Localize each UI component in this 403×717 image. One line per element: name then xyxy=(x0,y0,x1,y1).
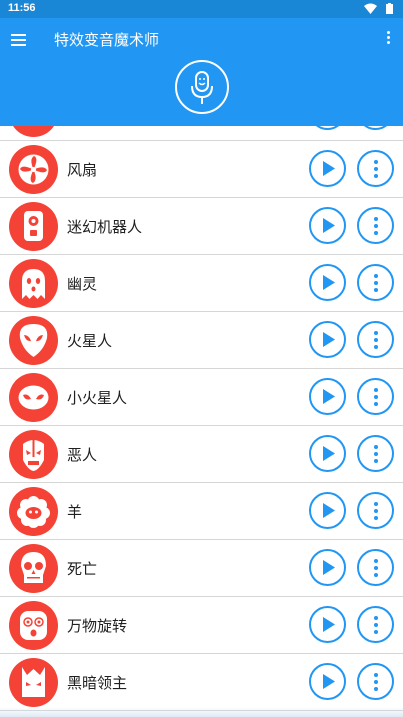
skull-icon xyxy=(21,552,46,583)
effect-row[interactable]: 小火星人 xyxy=(0,369,403,426)
play-button[interactable] xyxy=(309,207,346,244)
play-button[interactable] xyxy=(309,663,346,700)
more-vertical-icon xyxy=(373,217,378,221)
play-icon xyxy=(323,617,335,632)
menu-button[interactable] xyxy=(11,32,33,50)
play-icon xyxy=(323,275,335,290)
effect-label: 死亡 xyxy=(67,560,98,578)
more-options-button[interactable] xyxy=(357,150,394,187)
more-vertical-icon xyxy=(373,445,378,449)
effect-avatar xyxy=(9,487,58,536)
status-bar: 11:56 xyxy=(0,0,403,18)
dark-lord-icon xyxy=(22,667,45,697)
more-vertical-icon xyxy=(373,673,378,677)
play-button[interactable] xyxy=(309,549,346,586)
play-icon xyxy=(323,674,335,689)
battery-icon xyxy=(386,3,393,14)
overflow-menu-button[interactable] xyxy=(385,31,391,47)
play-icon xyxy=(323,161,335,176)
status-time: 11:56 xyxy=(8,2,36,14)
effect-row[interactable]: 万物旋转 xyxy=(0,597,403,654)
effect-avatar xyxy=(9,601,58,650)
sheep-icon xyxy=(17,496,50,528)
more-vertical-icon xyxy=(373,274,378,278)
effect-avatar xyxy=(9,259,58,308)
wifi-icon xyxy=(363,3,377,14)
effect-label: 幽灵 xyxy=(67,275,98,293)
more-options-button[interactable] xyxy=(357,492,394,529)
effect-label: 恶人 xyxy=(67,446,98,464)
effect-avatar xyxy=(9,658,58,707)
more-options-button[interactable] xyxy=(357,264,394,301)
effect-label: 黑暗领主 xyxy=(67,674,128,692)
more-options-button[interactable] xyxy=(357,606,394,643)
more-vertical-icon xyxy=(373,559,378,563)
more-vertical-icon xyxy=(373,502,378,506)
effect-row[interactable]: 幽灵 xyxy=(0,255,403,312)
more-options-button[interactable] xyxy=(357,549,394,586)
play-button[interactable] xyxy=(309,606,346,643)
play-icon xyxy=(323,446,335,461)
more-options-button[interactable] xyxy=(357,378,394,415)
effect-avatar xyxy=(9,373,58,422)
effect-avatar xyxy=(9,145,58,194)
play-button[interactable] xyxy=(309,150,346,187)
partial-icon xyxy=(9,126,58,137)
more-options-button[interactable] xyxy=(357,126,394,130)
more-vertical-icon xyxy=(373,160,378,164)
app-bar: 特效变音魔术师 xyxy=(0,18,403,126)
play-button[interactable] xyxy=(309,378,346,415)
effect-row[interactable]: 黑暗领主 xyxy=(0,654,403,711)
effect-row[interactable]: 风扇 xyxy=(0,141,403,198)
effect-row[interactable]: 羊 xyxy=(0,483,403,540)
effect-label: 羊 xyxy=(67,503,83,521)
effect-label: 万物旋转 xyxy=(67,617,128,635)
hamburger-icon xyxy=(11,34,26,36)
play-button[interactable] xyxy=(309,126,346,130)
play-icon xyxy=(323,503,335,518)
effect-label: 小火星人 xyxy=(67,389,128,407)
effect-row[interactable]: 死亡 xyxy=(0,540,403,597)
robot-icon xyxy=(24,211,43,241)
play-icon xyxy=(323,389,335,404)
effect-label: 迷幻机器人 xyxy=(67,218,143,236)
more-options-button[interactable] xyxy=(357,321,394,358)
effect-row[interactable]: 火星人 xyxy=(0,312,403,369)
effect-label: 风扇 xyxy=(67,161,98,179)
scroll-fade xyxy=(0,707,403,717)
effect-avatar xyxy=(9,126,58,137)
record-button[interactable] xyxy=(175,60,229,114)
app-title: 特效变音魔术师 xyxy=(54,31,160,49)
more-vertical-icon xyxy=(373,616,378,620)
effect-label: 火星人 xyxy=(67,332,113,350)
play-button[interactable] xyxy=(309,321,346,358)
effect-list[interactable]: 风扇 迷幻机器人 幽灵 火星人 小火星人 恶人 羊 死亡 万物旋转 黑暗领主 xyxy=(0,126,403,717)
fan-icon xyxy=(18,154,49,185)
more-vertical-icon xyxy=(373,388,378,392)
more-options-button[interactable] xyxy=(357,207,394,244)
effect-avatar xyxy=(9,430,58,479)
spiral-face-icon xyxy=(20,611,47,640)
effect-row[interactable] xyxy=(0,126,403,141)
small-alien-icon xyxy=(18,385,49,410)
play-button[interactable] xyxy=(309,435,346,472)
effect-avatar xyxy=(9,544,58,593)
more-vertical-icon xyxy=(373,331,378,335)
play-button[interactable] xyxy=(309,492,346,529)
microphone-icon xyxy=(191,71,213,104)
effect-row[interactable]: 恶人 xyxy=(0,426,403,483)
play-icon xyxy=(323,218,335,233)
effect-row[interactable]: 迷幻机器人 xyxy=(0,198,403,255)
play-icon xyxy=(323,560,335,575)
play-icon xyxy=(323,332,335,347)
ghost-icon xyxy=(22,269,45,299)
effect-avatar xyxy=(9,202,58,251)
alien-icon xyxy=(19,324,48,357)
more-options-button[interactable] xyxy=(357,435,394,472)
villain-icon xyxy=(23,439,44,471)
effect-avatar xyxy=(9,316,58,365)
play-button[interactable] xyxy=(309,264,346,301)
more-options-button[interactable] xyxy=(357,663,394,700)
